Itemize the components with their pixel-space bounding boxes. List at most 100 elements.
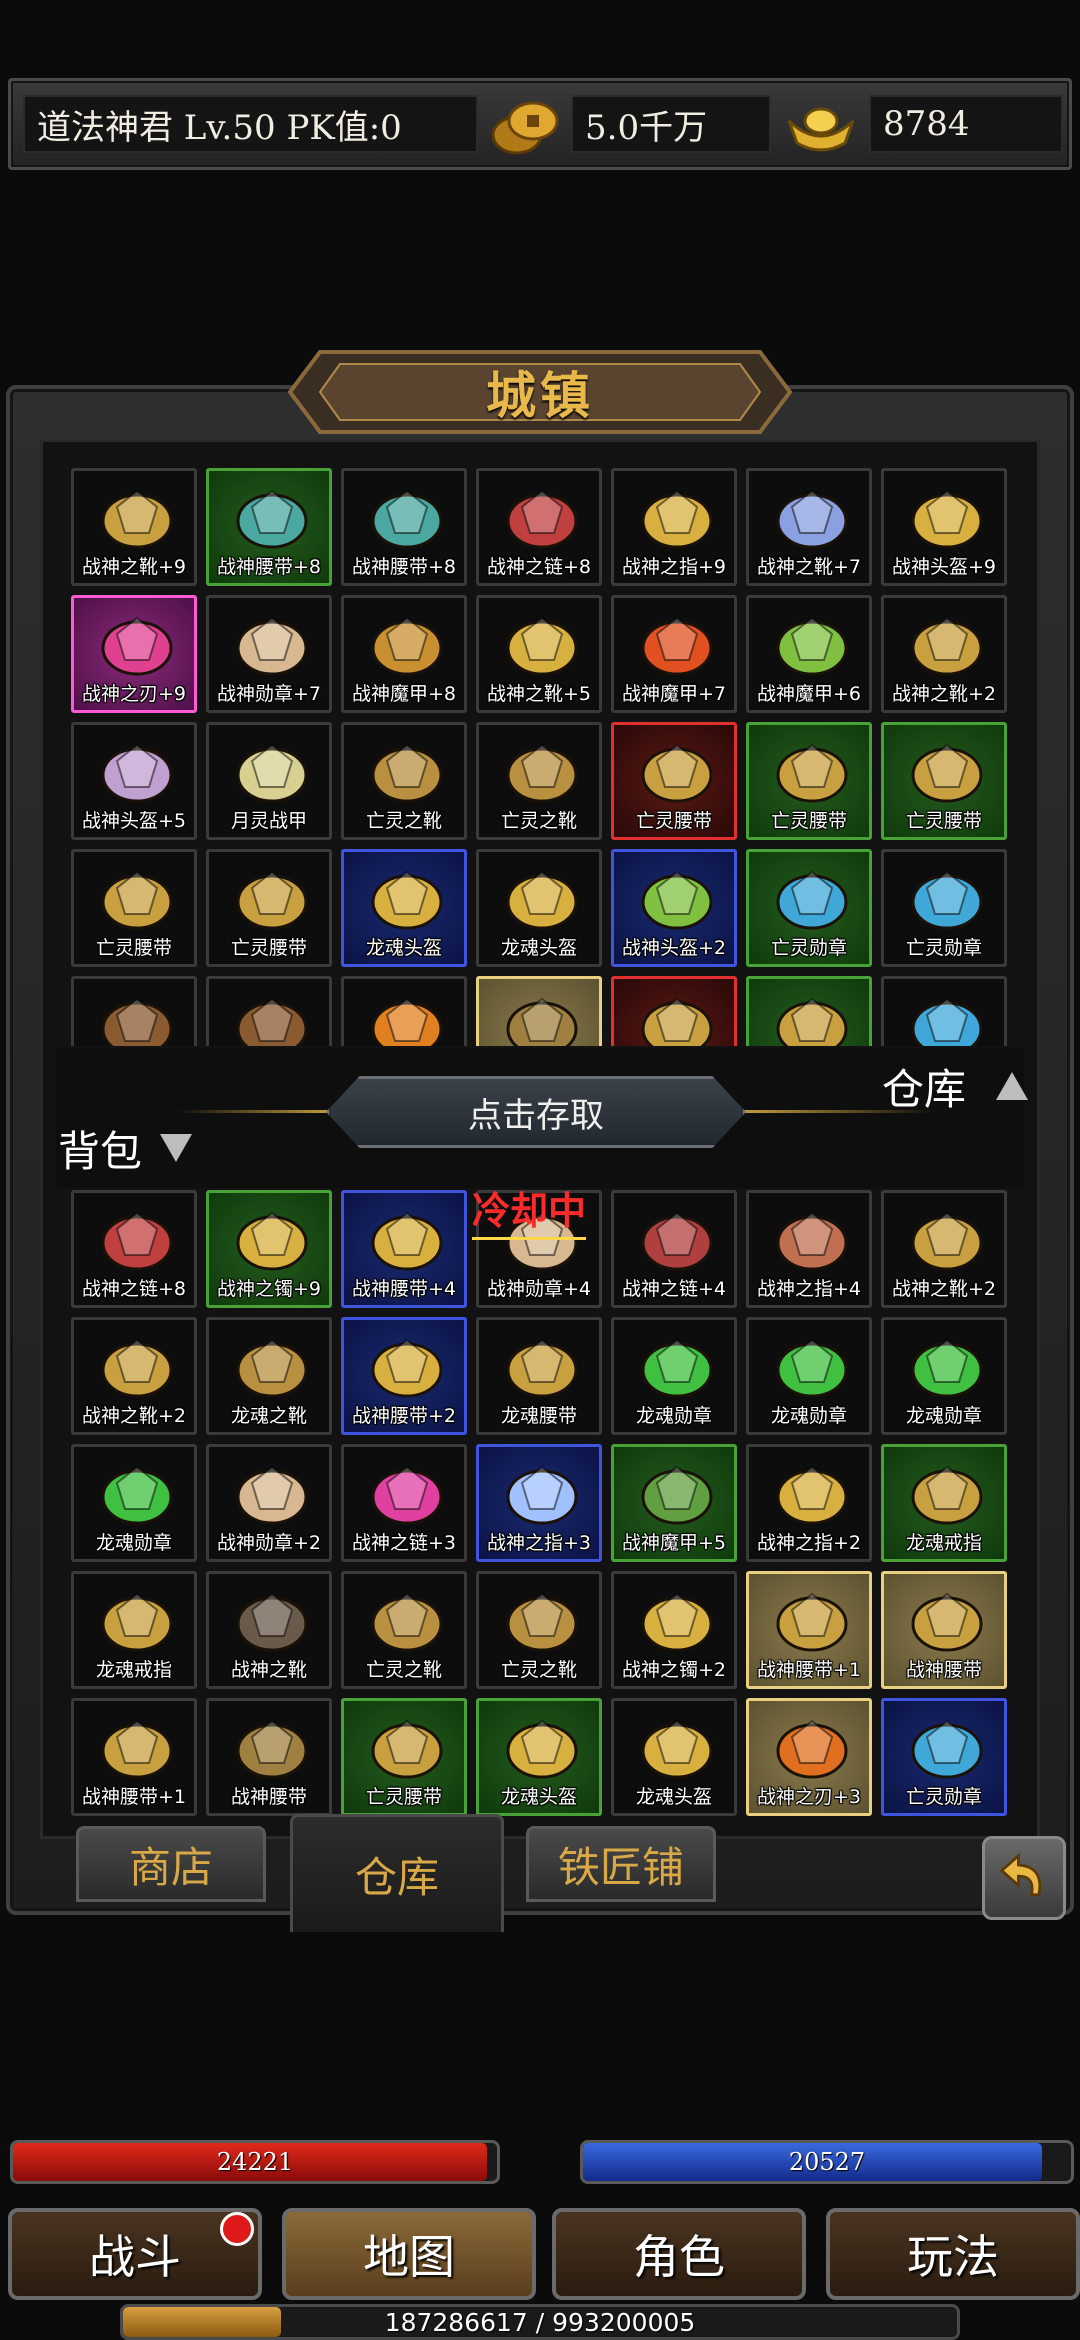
item-slot[interactable] [476,976,602,1046]
item-slot[interactable]: 亡灵之靴 [476,722,602,840]
item-slot[interactable]: 战神之镯+2 [611,1571,737,1689]
item-slot[interactable]: 战神腰带 [206,1698,332,1816]
item-slot[interactable]: 战神魔甲+6 [746,595,872,713]
item-icon [776,997,848,1046]
item-slot[interactable]: 战神之靴+2 [881,595,1007,713]
item-slot[interactable] [611,976,737,1046]
item-slot[interactable]: 亡灵勋章 [881,1698,1007,1816]
item-slot[interactable]: 战神之靴+2 [881,1190,1007,1308]
item-slot[interactable]: 战神之靴+5 [476,595,602,713]
item-label: 战神之靴+9 [81,556,186,578]
item-slot[interactable]: 战神魔甲+7 [611,595,737,713]
item-slot[interactable]: 亡灵腰带 [746,722,872,840]
item-slot[interactable]: 月灵战甲 [206,722,332,840]
item-slot[interactable]: 龙魂头盔 [476,849,602,967]
item-slot[interactable]: 亡灵腰带 [206,849,332,967]
expand-bag-icon[interactable] [160,1134,192,1162]
item-label: 战神腰带+1 [81,1786,186,1808]
item-slot[interactable]: 战神之链+8 [71,1190,197,1308]
item-slot[interactable]: 龙魂勋章 [746,1317,872,1435]
item-slot[interactable]: 亡灵勋章 [746,849,872,967]
item-slot[interactable]: 战神之链+8 [476,468,602,586]
item-slot[interactable]: 战神勋章+7 [206,595,332,713]
item-slot[interactable]: 龙魂之靴 [206,1317,332,1435]
back-button[interactable] [982,1836,1066,1920]
item-slot[interactable]: 战神腰带 [881,1571,1007,1689]
item-slot[interactable]: 战神腰带+8 [341,468,467,586]
item-label: 龙魂勋章 [770,1405,847,1427]
item-slot[interactable]: 战神之链+4 [611,1190,737,1308]
item-icon [236,489,308,549]
item-slot[interactable]: 亡灵之靴 [476,1571,602,1689]
item-slot[interactable]: 战神头盔+9 [881,468,1007,586]
item-slot[interactable]: 战神魔甲+5 [611,1444,737,1562]
item-slot[interactable]: 亡灵之靴 [341,722,467,840]
item-slot[interactable]: 亡灵腰带 [341,1698,467,1816]
item-slot[interactable]: 龙魂勋章 [611,1317,737,1435]
item-label: 龙魂头盔 [500,1786,577,1808]
item-slot[interactable]: 战神腰带+4 [341,1190,467,1308]
item-label: 战神之刃+9 [81,683,186,705]
item-slot[interactable] [71,976,197,1046]
item-slot[interactable]: 战神腰带+8 [206,468,332,586]
item-slot[interactable]: 战神之靴 [206,1571,332,1689]
tab-smith[interactable]: 铁匠铺 [526,1826,716,1902]
item-icon [236,616,308,676]
item-slot[interactable]: 龙魂头盔 [341,849,467,967]
item-slot[interactable]: 战神之指+4 [746,1190,872,1308]
item-slot[interactable]: 战神腰带+2 [341,1317,467,1435]
item-slot[interactable]: 亡灵勋章 [881,849,1007,967]
item-slot[interactable] [206,976,332,1046]
item-slot[interactable]: 亡灵之靴 [341,1571,467,1689]
item-label: 战神之链+8 [486,556,591,578]
item-icon [236,1338,308,1398]
item-slot[interactable] [746,976,872,1046]
warehouse-grid[interactable]: 战神之靴+9 战神腰带+8 战神腰带+8 战神之链+8 战神之指+9 战神之靴+7 战神头盔… [56,468,1024,1046]
item-slot[interactable]: 战神之靴+9 [71,468,197,586]
nav-play-button[interactable]: 玩法 [826,2208,1080,2300]
item-slot[interactable]: 战神之链+3 [341,1444,467,1562]
item-label: 亡灵腰带 [365,1786,442,1808]
item-slot[interactable]: 战神之镯+9 [206,1190,332,1308]
item-slot[interactable]: 亡灵腰带 [881,722,1007,840]
collapse-warehouse-icon[interactable] [996,1072,1028,1100]
return-arrow-icon [999,1852,1042,1897]
item-slot[interactable]: 战神之指+2 [746,1444,872,1562]
nav-role-button[interactable]: 角色 [552,2208,806,2300]
item-slot[interactable]: 龙魂腰带 [476,1317,602,1435]
item-slot[interactable]: 亡灵腰带 [611,722,737,840]
item-slot[interactable]: 亡灵腰带 [71,849,197,967]
item-slot[interactable] [881,976,1007,1046]
item-icon [371,1338,443,1398]
item-slot[interactable]: 龙魂勋章 [71,1444,197,1562]
item-slot[interactable]: 战神之刃+9 [71,595,197,713]
item-icon [776,1465,848,1525]
item-slot[interactable]: 龙魂头盔 [476,1698,602,1816]
item-slot[interactable]: 战神魔甲+8 [341,595,467,713]
item-slot[interactable]: 战神之刃+3 [746,1698,872,1816]
bag-grid[interactable]: 战神之链+8 战神之镯+9 战神腰带+4 战神勋章+4 战神之链+4 战神之指+4 战神之靴… [56,1190,1024,1822]
item-label: 战神之靴 [230,1659,307,1681]
item-slot[interactable] [341,976,467,1046]
item-slot[interactable]: 战神腰带+1 [71,1698,197,1816]
access-button[interactable]: 点击存取 [326,1076,746,1148]
item-slot[interactable]: 战神腰带+1 [746,1571,872,1689]
item-slot[interactable]: 龙魂戒指 [881,1444,1007,1562]
bag-label: 背包 [58,1127,143,1176]
item-icon [776,1211,848,1271]
tab-warehouse[interactable]: 仓库 [290,1814,504,1932]
item-slot[interactable]: 战神之指+9 [611,468,737,586]
item-slot[interactable]: 龙魂戒指 [71,1571,197,1689]
item-slot[interactable]: 战神之指+3 [476,1444,602,1562]
nav-map-button[interactable]: 地图 [282,2208,536,2300]
item-label: 亡灵腰带 [905,810,982,832]
tab-shop[interactable]: 商店 [76,1826,266,1902]
item-slot[interactable]: 龙魂勋章 [881,1317,1007,1435]
item-slot[interactable]: 战神之靴+2 [71,1317,197,1435]
item-slot[interactable]: 龙魂头盔 [611,1698,737,1816]
item-slot[interactable]: 战神之靴+7 [746,468,872,586]
item-slot[interactable]: 战神勋章+2 [206,1444,332,1562]
item-slot[interactable]: 战神头盔+5 [71,722,197,840]
item-label: 亡灵腰带 [770,810,847,832]
item-slot[interactable]: 战神头盔+2 [611,849,737,967]
